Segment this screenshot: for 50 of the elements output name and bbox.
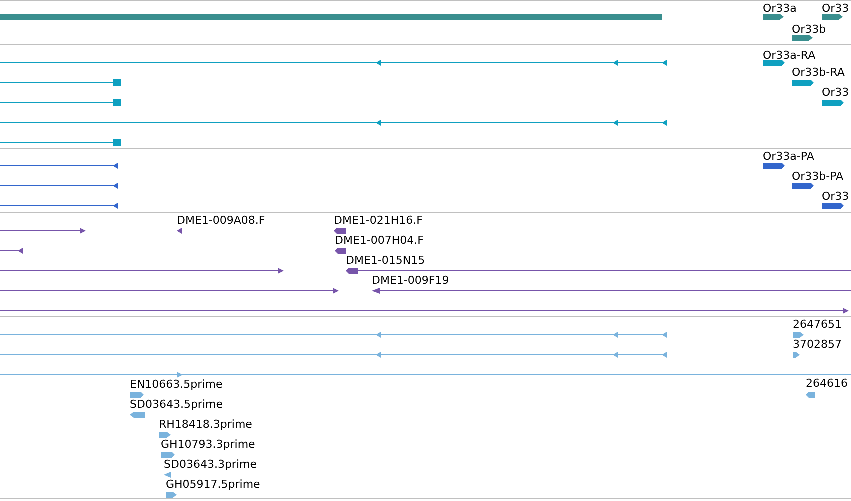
feature-label: 2647651	[793, 318, 842, 331]
feature-label: GH05917.5prime	[166, 478, 260, 491]
feature-line[interactable]	[0, 248, 23, 254]
feature-label: Or33b-PA	[792, 170, 844, 183]
feature-label: Or33a	[763, 2, 797, 15]
feature-label: Or33a-PA	[763, 150, 814, 163]
feature-line[interactable]	[0, 228, 86, 234]
feature-glyph[interactable]	[334, 228, 346, 234]
feature-glyph[interactable]	[763, 14, 784, 20]
feature-glyph[interactable]	[792, 80, 814, 86]
feature-label: 3702857	[793, 338, 842, 351]
feature-glyph[interactable]	[346, 268, 358, 274]
feature-line[interactable]	[0, 268, 284, 274]
feature-label: 264616	[806, 377, 848, 390]
feature-glyph[interactable]	[822, 203, 844, 209]
feature-label: DME1-021H16.F	[334, 214, 423, 227]
feature-line[interactable]	[0, 60, 667, 66]
feature-glyph[interactable]	[335, 248, 346, 254]
feature-line[interactable]	[0, 183, 118, 189]
feature-line[interactable]	[0, 80, 121, 86]
feature-line[interactable]	[0, 288, 339, 294]
feature-line[interactable]	[0, 163, 118, 169]
feature-line[interactable]	[0, 140, 121, 146]
feature-line[interactable]	[0, 100, 121, 106]
feature-label: Or33a-RA	[763, 49, 816, 62]
feature-label: Or33	[822, 2, 850, 15]
feature-glyph[interactable]	[372, 288, 380, 294]
feature-label: DME1-015N15	[346, 254, 426, 267]
feature-label: Or33	[822, 190, 850, 203]
feature-glyph[interactable]	[822, 100, 844, 106]
feature-line[interactable]	[0, 120, 667, 126]
feature-label: DME1-007H04.F	[335, 234, 424, 247]
feature-label: SD03643.5prime	[130, 398, 223, 411]
feature-glyph[interactable]	[763, 163, 785, 169]
feature-label: Or33b-RA	[792, 66, 845, 79]
feature-line[interactable]	[0, 203, 118, 209]
feature-glyph[interactable]	[822, 14, 843, 20]
feature-glyph[interactable]	[763, 60, 785, 66]
feature-glyph[interactable]	[792, 35, 813, 41]
feature-label: DME1-009A08.F	[177, 214, 266, 227]
feature-label: RH18418.3prime	[159, 418, 252, 431]
feature-label: Or33	[822, 86, 850, 99]
feature-label: DME1-009F19	[372, 274, 450, 287]
feature-glyph[interactable]	[177, 228, 182, 234]
feature-label: GH10793.3prime	[161, 438, 256, 451]
feature-line[interactable]	[0, 308, 849, 314]
feature-label: SD03643.3prime	[164, 458, 257, 471]
feature-label: EN10663.5prime	[130, 378, 223, 391]
feature-label: Or33b	[792, 23, 826, 36]
feature-glyph[interactable]	[792, 183, 814, 189]
